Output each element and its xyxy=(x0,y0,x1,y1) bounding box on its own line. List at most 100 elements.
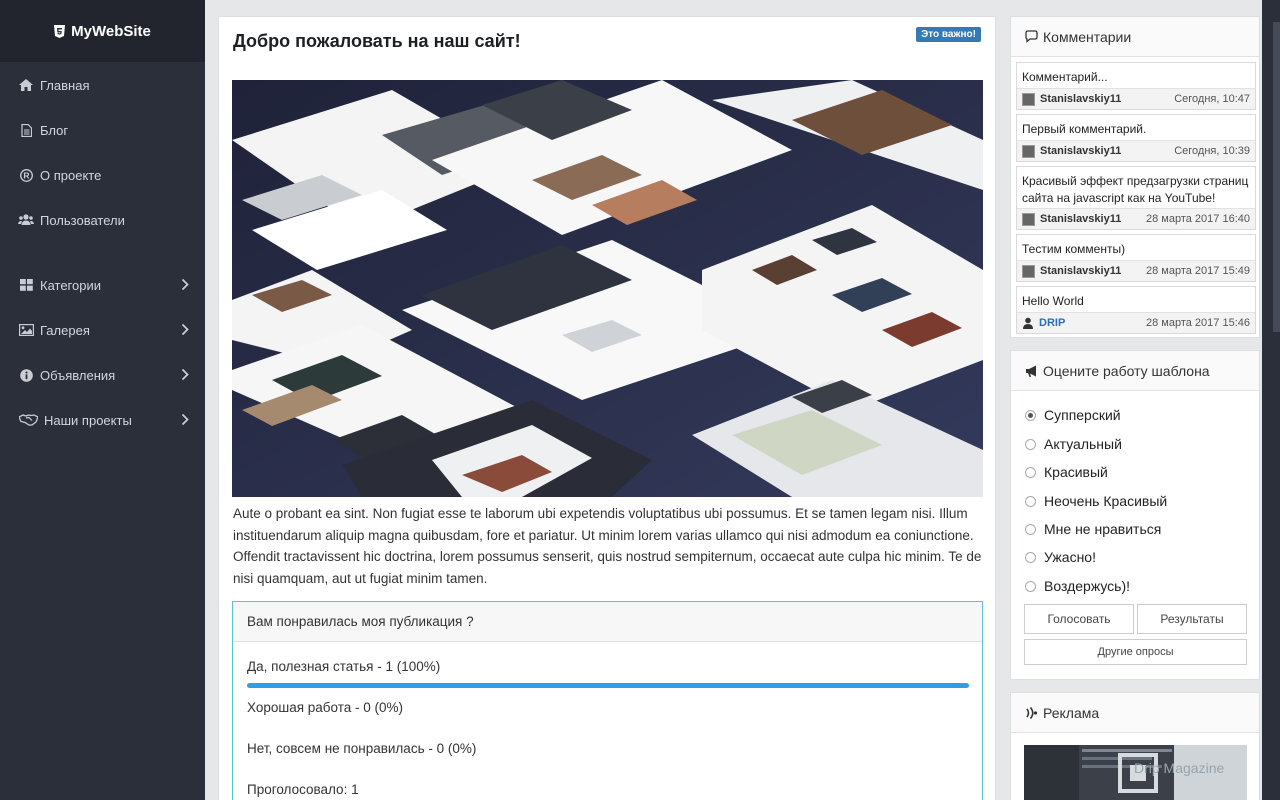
comment-item[interactable]: Первый комментарий. Stanislavskiy11 Сего… xyxy=(1016,114,1256,162)
handshake-icon xyxy=(18,412,38,428)
post-body-text: Aute o probant ea sint. Non fugiat esse … xyxy=(233,506,982,586)
sidebar-item-gallery[interactable]: Галерея xyxy=(0,312,205,348)
comment-text: Тестим комменты) xyxy=(1022,242,1126,256)
radio-button[interactable] xyxy=(1025,409,1036,421)
comment-author[interactable]: Stanislavskiy11 xyxy=(1040,265,1121,277)
comment-text: Красивый эффект предзагрузки страниц сай… xyxy=(1022,174,1249,205)
vote-option[interactable]: Неочень Красивый xyxy=(1025,493,1167,509)
sidebar-item-label: Наши проекты xyxy=(44,412,132,428)
comment-author[interactable]: Stanislavskiy11 xyxy=(1040,213,1121,225)
scrollbar[interactable] xyxy=(1262,0,1280,800)
sidebar-item-projects[interactable]: Наши проекты xyxy=(0,402,205,438)
avatar xyxy=(1022,264,1035,278)
poll-progress-bar xyxy=(247,683,969,688)
comment-author[interactable]: Stanislavskiy11 xyxy=(1040,93,1121,105)
comment-item[interactable]: Hello World DRIP 28 марта 2017 15:46 xyxy=(1016,286,1256,334)
user-icon xyxy=(1023,317,1033,329)
brand-name: MyWebSite xyxy=(71,22,151,40)
chevron-right-icon xyxy=(181,323,189,336)
vote-option[interactable]: Актуальный xyxy=(1025,436,1122,452)
vote-option-label: Ужасно! xyxy=(1044,549,1096,565)
radio-button[interactable] xyxy=(1025,466,1036,478)
sidebar-item-ads[interactable]: Объявления xyxy=(0,357,205,393)
comments-title: Комментарии xyxy=(1043,28,1132,45)
poll-option: Да, полезная статья - 1 (100%) xyxy=(247,659,441,674)
avatar xyxy=(1022,92,1035,106)
sidebar-item-users[interactable]: Пользователи xyxy=(0,202,205,238)
sidebar-item-label: Объявления xyxy=(40,367,116,383)
chevron-right-icon xyxy=(181,368,189,381)
comment-time: 28 марта 2017 15:46 xyxy=(1146,317,1250,329)
radio-button[interactable] xyxy=(1025,523,1036,535)
poll-option: Нет, совсем не понравилась - 0 (0%) xyxy=(247,741,477,756)
vote-option[interactable]: Воздержусь)! xyxy=(1025,578,1130,594)
other-polls-button[interactable]: Другие опросы xyxy=(1024,639,1247,665)
sidebar-item-home[interactable]: Главная xyxy=(0,67,205,103)
comment-text: Первый комментарий. xyxy=(1022,122,1147,136)
file-icon xyxy=(18,122,34,138)
sidebar-item-label: Блог xyxy=(40,122,69,138)
info-icon xyxy=(18,367,34,383)
comment-author[interactable]: DRIP xyxy=(1039,317,1065,329)
ad-banner[interactable]: Drip Magazine xyxy=(1024,745,1247,800)
comment-time: 28 марта 2017 15:49 xyxy=(1146,265,1250,277)
ads-header: Реклама xyxy=(1011,693,1259,733)
radio-button[interactable] xyxy=(1025,580,1036,592)
scrollbar-thumb[interactable] xyxy=(1273,22,1280,332)
comment-item[interactable]: Комментарий... Stanislavskiy11 Сегодня, … xyxy=(1016,62,1256,110)
vote-option-label: Неочень Красивый xyxy=(1044,493,1168,509)
post-title: Добро пожаловать на наш сайт! xyxy=(233,31,521,51)
post-hero-image xyxy=(232,80,983,497)
sidebar-item-label: О проекте xyxy=(40,167,102,183)
ads-panel: Реклама Drip Magazine xyxy=(1010,692,1260,800)
sidebar-item-label: Категории xyxy=(40,277,101,293)
sidebar-item-about[interactable]: R О проекте xyxy=(0,157,205,193)
important-badge: Это важно! xyxy=(916,27,981,42)
vote-option-label: Супперский xyxy=(1044,407,1121,423)
radio-button[interactable] xyxy=(1025,438,1036,450)
vote-title: Оцените работу шаблона xyxy=(1043,362,1210,379)
vote-option[interactable]: Супперский xyxy=(1025,407,1121,423)
brand[interactable]: MyWebSite xyxy=(0,0,205,62)
image-icon xyxy=(18,322,34,338)
vote-option[interactable]: Мне не нравиться xyxy=(1025,521,1161,537)
radio-button[interactable] xyxy=(1025,551,1036,563)
comments-panel: Комментарии Комментарий... Stanislavskiy… xyxy=(1010,16,1260,338)
chevron-right-icon xyxy=(181,413,189,426)
comments-icon xyxy=(1025,29,1038,43)
sidebar-item-label: Пользователи xyxy=(40,212,125,228)
sidebar-item-label: Галерея xyxy=(40,322,90,338)
comment-time: 28 марта 2017 16:40 xyxy=(1146,213,1250,225)
poll-panel: Вам понравилась моя публикация ? Да, пол… xyxy=(232,601,983,800)
vote-button[interactable]: Голосовать xyxy=(1024,604,1134,634)
comment-meta: Stanislavskiy11 Сегодня, 10:47 xyxy=(1017,88,1255,109)
radio-button[interactable] xyxy=(1025,495,1036,507)
users-icon xyxy=(18,212,34,228)
vote-option-label: Воздержусь)! xyxy=(1044,578,1131,594)
avatar xyxy=(1022,212,1035,226)
sidebar-item-blog[interactable]: Блог xyxy=(0,112,205,148)
vote-option-label: Актуальный xyxy=(1044,436,1122,452)
comment-meta: Stanislavskiy11 28 марта 2017 16:40 xyxy=(1017,208,1255,229)
vote-option-label: Красивый xyxy=(1044,464,1108,480)
sidebar: MyWebSite Главная Блог R О проекте Польз… xyxy=(0,0,205,800)
comment-item[interactable]: Красивый эффект предзагрузки страниц сай… xyxy=(1016,166,1256,230)
registered-icon: R xyxy=(18,167,34,183)
poll-total: Проголосовало: 1 xyxy=(247,782,359,797)
comments-header: Комментарии xyxy=(1011,17,1259,57)
comment-meta: Stanislavskiy11 Сегодня, 10:39 xyxy=(1017,140,1255,161)
vote-panel: Оцените работу шаблона Супперский Актуал… xyxy=(1010,350,1260,680)
vote-option[interactable]: Красивый xyxy=(1025,464,1108,480)
vote-option[interactable]: Ужасно! xyxy=(1025,549,1096,565)
grid-icon xyxy=(18,277,34,293)
sidebar-item-categories[interactable]: Категории xyxy=(0,267,205,303)
vote-header: Оцените работу шаблона xyxy=(1011,351,1259,391)
ad-watermark: Drip Magazine xyxy=(1134,760,1224,776)
svg-text:R: R xyxy=(23,170,29,180)
html5-icon xyxy=(54,24,66,38)
vote-option-label: Мне не нравиться xyxy=(1044,521,1162,537)
comment-text: Hello World xyxy=(1022,294,1084,308)
comment-author[interactable]: Stanislavskiy11 xyxy=(1040,145,1121,157)
comment-item[interactable]: Тестим комменты) Stanislavskiy11 28 март… xyxy=(1016,234,1256,282)
results-button[interactable]: Результаты xyxy=(1137,604,1247,634)
